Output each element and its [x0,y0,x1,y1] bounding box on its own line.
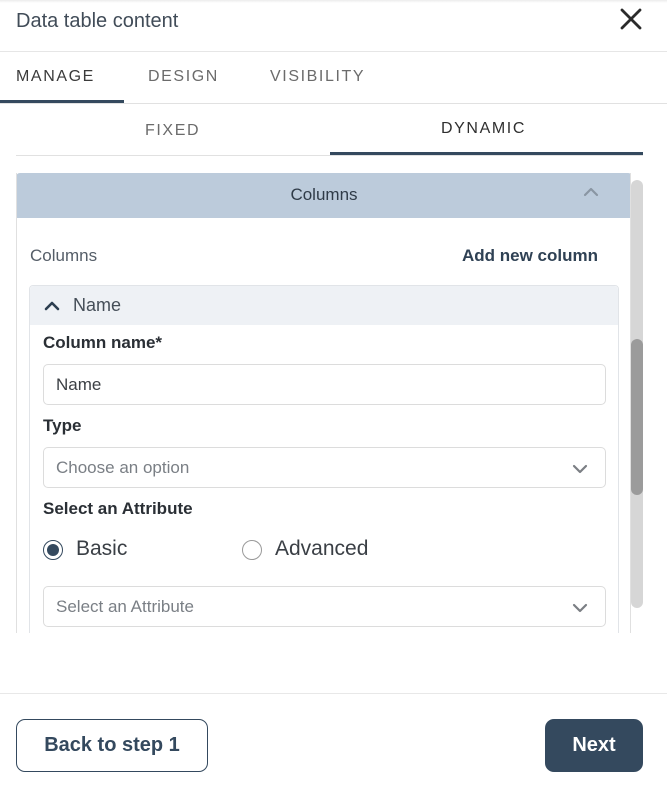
attribute-select[interactable]: Select an Attribute [43,586,606,627]
active-tab-indicator [0,100,124,103]
scrollbar-thumb[interactable] [631,339,643,495]
radio-advanced-label: Advanced [275,537,369,560]
columns-accordion-title: Columns [290,185,358,204]
chevron-up-icon [583,187,599,197]
add-new-column-link[interactable]: Add new column [462,246,598,266]
column-item-header[interactable]: Name [30,286,618,325]
main-tabs: MANAGE DESIGN VISIBILITY [0,52,667,104]
radio-checked-icon [43,540,63,560]
type-placeholder: Choose an option [56,458,190,477]
radio-basic-label: Basic [76,537,128,560]
type-label: Type [43,416,82,435]
panel-header: Data table content [0,0,667,52]
column-item-title: Name [73,295,122,315]
close-x-icon[interactable] [616,4,646,34]
chevron-down-icon [572,464,588,474]
tab-design[interactable]: DESIGN [148,68,219,86]
sub-tabs: FIXED DYNAMIC [16,104,643,156]
chevron-up-icon [44,301,60,311]
subtab-fixed[interactable]: FIXED [145,122,200,140]
tab-manage[interactable]: MANAGE [16,68,95,86]
tab-visibility[interactable]: VISIBILITY [270,68,365,86]
column-name-label: Column name* [43,333,163,352]
back-to-step-1-button[interactable]: Back to step 1 [16,719,208,772]
scrollbar-track[interactable] [631,180,643,608]
panel-footer: Back to step 1 Next [0,693,667,796]
column-name-input[interactable]: Name [43,364,606,405]
column-item: Name Column name* Name Type Choose an op… [29,285,619,633]
columns-accordion-header[interactable]: Columns [17,173,630,218]
columns-accordion: Columns Columns Add new column Name Colu… [16,173,631,633]
attribute-placeholder: Select an Attribute [56,597,194,616]
select-attribute-label: Select an Attribute [43,499,193,518]
subtab-dynamic[interactable]: DYNAMIC [441,120,526,138]
chevron-down-icon [572,603,588,613]
radio-unchecked-icon [242,540,262,560]
panel-title: Data table content [16,10,179,32]
next-button[interactable]: Next [545,719,643,772]
active-subtab-indicator [330,152,643,155]
columns-list-label: Columns [30,246,98,265]
column-name-value: Name [56,375,102,394]
type-select[interactable]: Choose an option [43,447,606,488]
